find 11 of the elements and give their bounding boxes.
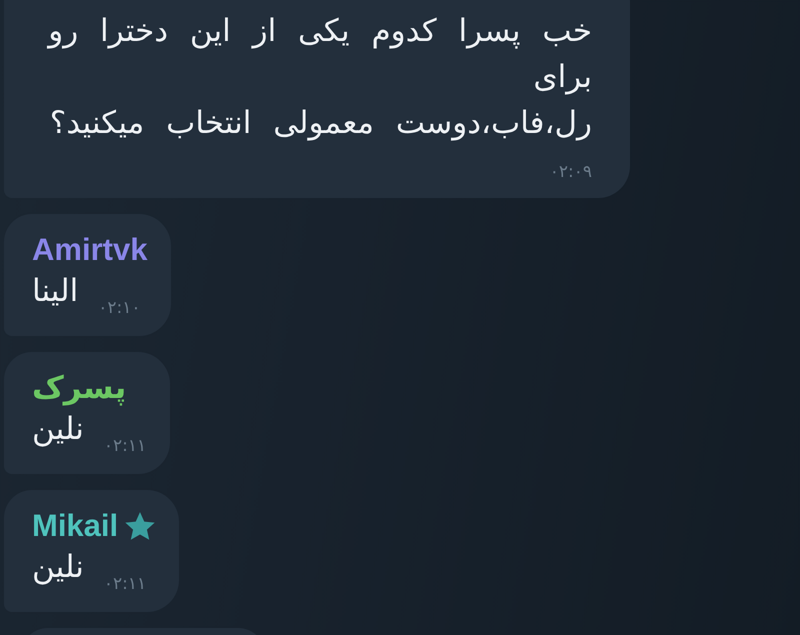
sender-name: پسرک [32, 369, 126, 407]
message-time: ۰۲:۱۱ [104, 574, 146, 594]
message-time: ۰۲:۰۹ [550, 162, 592, 182]
message-time: ۰۲:۱۱ [104, 436, 146, 456]
sender-name: Amirtvk [32, 231, 148, 269]
message-text: نلین [32, 548, 84, 587]
message-text: نلین [32, 410, 84, 449]
message-text: الینا [32, 272, 78, 311]
message-time: ۰۲:۱۰ [98, 298, 140, 318]
sender-name: Mikail [32, 507, 118, 545]
message-text: خب پسرا کدوم یکی از این دخترا رو برای رل،فاب،دوست معمولی انتخاب میکنید؟ [46, 12, 592, 143]
